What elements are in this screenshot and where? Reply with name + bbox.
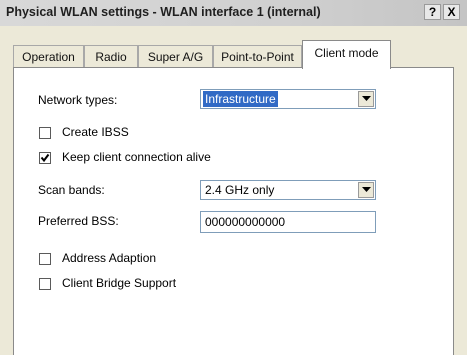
preferred-bss-value: 000000000000 — [205, 215, 286, 229]
preferred-bss-input[interactable]: 000000000000 — [200, 211, 376, 233]
tab-radio[interactable]: Radio — [84, 45, 138, 67]
client-bridge-support-label: Client Bridge Support — [62, 276, 177, 290]
address-adaption-label: Address Adaption — [62, 251, 157, 265]
client-mode-panel: Network types: Infrastructure Create IBS… — [13, 67, 454, 355]
window-title: Physical WLAN settings - WLAN interface … — [6, 5, 321, 19]
tab-operation[interactable]: Operation — [13, 45, 84, 67]
title-bar: Physical WLAN settings - WLAN interface … — [0, 0, 467, 26]
tab-super-ag[interactable]: Super A/G — [138, 45, 213, 67]
scan-bands-select[interactable]: 2.4 GHz only — [200, 180, 376, 200]
network-types-select[interactable]: Infrastructure — [200, 89, 376, 109]
address-adaption-checkbox[interactable] — [39, 253, 51, 265]
close-button[interactable]: X — [443, 4, 460, 20]
network-types-label: Network types: — [38, 93, 118, 107]
checkmark-icon — [40, 153, 50, 163]
tab-client-mode[interactable]: Client mode — [302, 40, 391, 69]
client-bridge-support-checkbox[interactable] — [39, 278, 51, 290]
physical-wlan-settings-dialog: Physical WLAN settings - WLAN interface … — [0, 0, 467, 355]
preferred-bss-label: Preferred BSS: — [38, 214, 119, 228]
network-types-dropdown-button[interactable] — [358, 91, 374, 107]
create-ibss-label: Create IBSS — [62, 125, 129, 139]
keep-alive-label: Keep client connection alive — [62, 150, 211, 164]
scan-bands-label: Scan bands: — [38, 183, 105, 197]
keep-alive-checkbox[interactable] — [39, 152, 51, 164]
scan-bands-dropdown-button[interactable] — [358, 182, 374, 198]
tab-point-to-point[interactable]: Point-to-Point — [213, 45, 302, 67]
create-ibss-checkbox[interactable] — [39, 127, 51, 139]
chevron-down-icon — [362, 187, 371, 192]
chevron-down-icon — [362, 96, 371, 101]
network-types-value: Infrastructure — [203, 91, 278, 107]
help-button[interactable]: ? — [424, 4, 441, 20]
scan-bands-value: 2.4 GHz only — [205, 183, 275, 197]
